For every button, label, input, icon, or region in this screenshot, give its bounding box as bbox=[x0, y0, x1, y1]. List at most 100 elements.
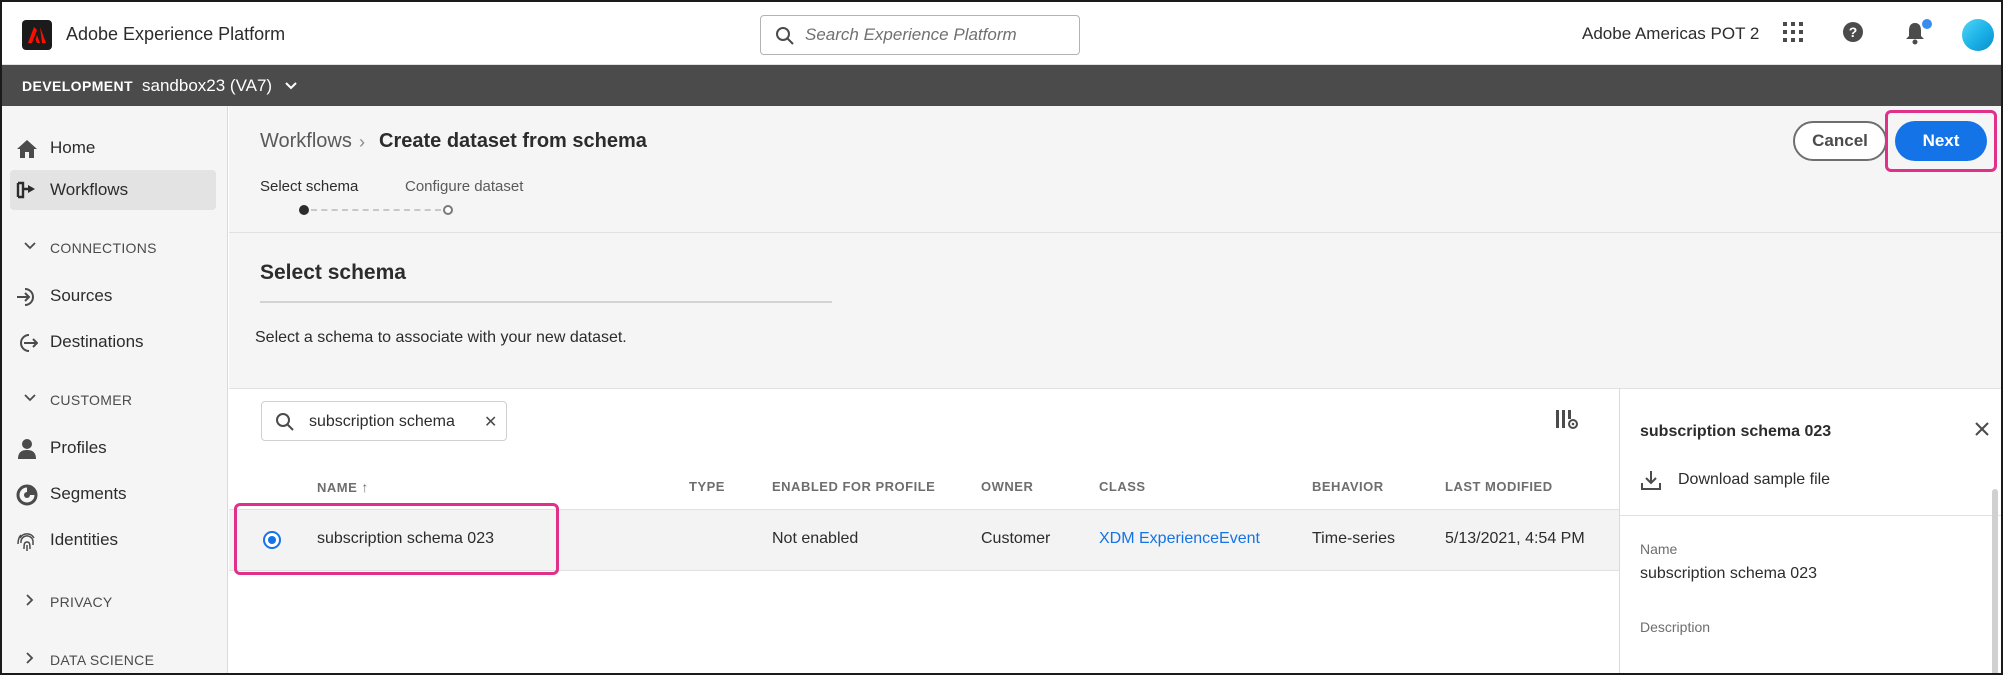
schema-search-value[interactable]: subscription schema bbox=[309, 413, 455, 431]
chevron-down-icon[interactable] bbox=[284, 79, 298, 93]
chevron-down-icon bbox=[24, 242, 36, 250]
help-icon[interactable]: ? bbox=[1842, 21, 1864, 43]
adobe-logo-icon[interactable] bbox=[22, 20, 52, 50]
schema-enabled-for-profile: Not enabled bbox=[772, 530, 859, 547]
sources-icon bbox=[17, 288, 34, 306]
svg-text:?: ? bbox=[1849, 24, 1858, 40]
header-divider bbox=[229, 232, 2001, 233]
chevron-right-icon bbox=[26, 652, 34, 664]
section-rule bbox=[260, 301, 832, 303]
nav-item-sources[interactable]: Sources bbox=[10, 276, 216, 316]
sandbox-bar: DEVELOPMENT sandbox23 (VA7) bbox=[2, 65, 2001, 106]
column-header-last-modified[interactable]: LAST MODIFIED bbox=[1445, 479, 1553, 494]
sort-ascending-icon[interactable]: ↑ bbox=[361, 479, 369, 495]
nav-item-workflows[interactable]: Workflows bbox=[10, 170, 216, 210]
next-button[interactable]: Next bbox=[1895, 121, 1987, 161]
nav-item-destinations[interactable]: Destinations bbox=[10, 322, 216, 362]
nav-item-label: Destinations bbox=[50, 332, 144, 351]
notification-badge bbox=[1920, 17, 1934, 31]
download-label: Download sample file bbox=[1678, 471, 1831, 488]
nav-section-privacy[interactable]: PRIVACY bbox=[10, 586, 216, 616]
nav-section-label: CONNECTIONS bbox=[50, 240, 157, 256]
schema-class-link[interactable]: XDM ExperienceEvent bbox=[1099, 530, 1260, 548]
segments-icon bbox=[16, 484, 38, 506]
step-select-schema: Select schema bbox=[260, 178, 359, 195]
search-input[interactable] bbox=[805, 24, 1065, 46]
schema-last-modified: 5/13/2021, 4:54 PM bbox=[1445, 530, 1585, 547]
profiles-icon bbox=[18, 439, 36, 459]
column-header-class[interactable]: CLASS bbox=[1099, 479, 1146, 494]
search-icon bbox=[776, 27, 794, 45]
nav-section-label: DATA SCIENCE bbox=[50, 652, 155, 668]
download-icon bbox=[1641, 471, 1661, 490]
nav-section-customer[interactable]: CUSTOMER bbox=[10, 384, 216, 414]
schema-name[interactable]: subscription schema 023 bbox=[317, 530, 494, 548]
chevron-right-icon bbox=[26, 594, 34, 606]
close-icon[interactable] bbox=[1974, 421, 1990, 437]
column-header-name[interactable]: NAME ↑ bbox=[317, 479, 369, 495]
destinations-icon bbox=[20, 334, 38, 352]
download-sample-file-button[interactable]: Download sample file bbox=[1640, 469, 1830, 496]
rail-description-label: Description bbox=[1640, 619, 1711, 635]
avatar[interactable] bbox=[1962, 19, 1994, 51]
main-content: Workflows › Create dataset from schema S… bbox=[229, 106, 2001, 673]
left-nav: Home Workflows CONNECTIONS Sources Desti… bbox=[2, 106, 228, 673]
cancel-button[interactable]: Cancel bbox=[1793, 121, 1887, 161]
nav-item-identities[interactable]: Identities bbox=[10, 520, 216, 560]
global-search[interactable] bbox=[760, 15, 1080, 55]
rail-scrollbar[interactable] bbox=[1992, 489, 1998, 673]
schema-details-rail: subscription schema 023 Download sample … bbox=[1619, 388, 2001, 673]
schema-search-field[interactable]: subscription schema ✕ bbox=[261, 401, 507, 441]
column-header-owner[interactable]: OWNER bbox=[981, 479, 1033, 494]
column-header-behavior[interactable]: BEHAVIOR bbox=[1312, 479, 1384, 494]
fingerprint-icon bbox=[17, 533, 35, 551]
org-switcher[interactable]: Adobe Americas POT 2 bbox=[1582, 24, 1759, 44]
step-connector bbox=[311, 209, 441, 211]
environment-label: DEVELOPMENT bbox=[22, 78, 133, 94]
rail-title: subscription schema 023 bbox=[1640, 423, 1832, 440]
app-title: Adobe Experience Platform bbox=[66, 24, 286, 44]
step-indicator-pending bbox=[443, 205, 453, 215]
column-settings-icon[interactable] bbox=[1555, 409, 1579, 431]
schema-owner: Customer bbox=[981, 530, 1051, 547]
rail-name-label: Name bbox=[1640, 541, 1678, 557]
section-description: Select a schema to associate with your n… bbox=[255, 329, 627, 346]
nav-item-label: Sources bbox=[50, 286, 113, 305]
nav-item-label: Profiles bbox=[50, 438, 107, 457]
home-icon bbox=[17, 140, 37, 158]
chevron-down-icon bbox=[24, 394, 36, 402]
search-icon bbox=[276, 413, 294, 431]
step-indicator-current bbox=[299, 205, 309, 215]
nav-section-connections[interactable]: CONNECTIONS bbox=[10, 232, 216, 262]
column-header-type[interactable]: TYPE bbox=[689, 479, 725, 494]
table-row[interactable]: subscription schema 023 Not enabled Cust… bbox=[229, 509, 1619, 571]
row-select-radio[interactable] bbox=[263, 531, 281, 549]
page-title: Create dataset from schema bbox=[379, 130, 647, 152]
nav-section-label: PRIVACY bbox=[50, 594, 113, 610]
breadcrumb-workflows[interactable]: Workflows bbox=[260, 130, 352, 153]
step-configure-dataset: Configure dataset bbox=[405, 178, 524, 195]
column-header-label: NAME bbox=[317, 480, 358, 495]
section-title: Select schema bbox=[260, 261, 406, 284]
clear-search-icon[interactable]: ✕ bbox=[484, 412, 497, 432]
nav-item-label: Home bbox=[50, 138, 96, 157]
workflows-icon bbox=[16, 181, 35, 199]
nav-item-label: Workflows bbox=[50, 180, 129, 199]
nav-section-data-science[interactable]: DATA SCIENCE bbox=[10, 644, 216, 673]
schema-table-panel: subscription schema ✕ NAME ↑ TYPE ENABLE… bbox=[229, 388, 1619, 673]
nav-section-label: CUSTOMER bbox=[50, 392, 133, 408]
rail-name-value: subscription schema 023 bbox=[1640, 565, 1817, 582]
top-bar: Adobe Experience Platform Adobe Americas… bbox=[2, 2, 2001, 65]
apps-grid-icon[interactable] bbox=[1782, 21, 1804, 43]
column-header-enabled-for-profile[interactable]: ENABLED FOR PROFILE bbox=[772, 479, 935, 494]
nav-item-segments[interactable]: Segments bbox=[10, 474, 216, 514]
app-window: Adobe Experience Platform Adobe Americas… bbox=[0, 0, 2003, 675]
sandbox-switcher[interactable]: sandbox23 (VA7) bbox=[142, 76, 272, 96]
nav-item-label: Segments bbox=[50, 484, 127, 503]
nav-item-home[interactable]: Home bbox=[10, 128, 216, 168]
schema-behavior: Time-series bbox=[1312, 530, 1395, 547]
breadcrumb-separator-icon: › bbox=[359, 132, 365, 152]
rail-divider bbox=[1620, 515, 2001, 516]
nav-item-label: Identities bbox=[50, 530, 119, 549]
nav-item-profiles[interactable]: Profiles bbox=[10, 428, 216, 468]
